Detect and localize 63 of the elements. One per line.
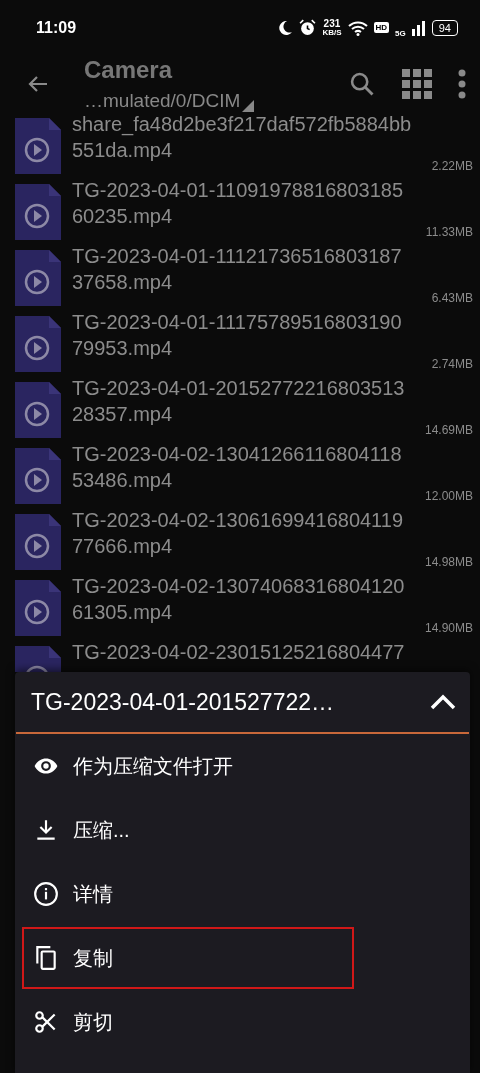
file-size: 2.22MB (431, 159, 473, 173)
collapse-icon[interactable] (430, 694, 456, 710)
menu-item[interactable]: 复制 (21, 926, 355, 990)
file-size: 6.43MB (431, 291, 473, 305)
file-name: TG-2023-04-01-1117578951680319079953.mp4 (72, 310, 403, 361)
signal-icon (411, 19, 426, 36)
video-file-icon (15, 316, 61, 372)
video-file-icon (15, 580, 61, 636)
alarm-icon (299, 19, 317, 36)
file-row[interactable]: TG-2023-04-01-1117578951680319079953.mp4 2.74MB (0, 311, 480, 377)
file-name: TG-2023-04-02-1306169941680411977666.mp4 (72, 508, 404, 559)
file-row[interactable]: TG-2023-04-02-1307406831680412061305.mp4 14.90MB (0, 575, 480, 641)
menu-item[interactable]: 压缩... (15, 798, 355, 862)
menu-item[interactable]: 作为压缩文件打开 (15, 734, 355, 798)
menu-item-label: 压缩... (73, 817, 130, 843)
file-name: share_fa48d2be3f217daf572fb5884bb551da.mp4 (72, 113, 412, 163)
video-file-icon (15, 184, 61, 240)
menu-item[interactable]: 详情 (15, 862, 355, 926)
info-icon (33, 881, 59, 907)
more-icon[interactable] (458, 69, 466, 99)
file-size: 14.98MB (424, 555, 473, 569)
network-type: 5G (395, 29, 406, 38)
folder-path[interactable]: …mulated/0/DCIM (84, 90, 241, 112)
file-size: 11.33MB (425, 225, 473, 239)
menu-item-label: 详情 (73, 881, 113, 907)
file-size: 14.90MB (424, 621, 473, 635)
file-name: TG-2023-04-01-2015277221680351328357.mp4 (72, 376, 406, 427)
menu-item[interactable]: 剪切 (15, 990, 355, 1054)
copy-icon (33, 945, 59, 971)
hd-badge: HD (373, 22, 390, 33)
video-file-icon (15, 514, 61, 570)
file-row[interactable]: TG-2023-04-01-2015277221680351328357.mp4 14.69MB (0, 377, 480, 443)
file-size: 14.69MB (424, 423, 473, 437)
file-name: TG-2023-04-01-1109197881680318560235.mp4 (72, 178, 404, 229)
folder-title: Camera (84, 56, 174, 84)
video-file-icon (15, 250, 61, 306)
status-time: 11:09 (36, 18, 77, 37)
file-row[interactable]: share_fa48d2be3f217daf572fb5884bb551da.mp4 2.22MB (0, 113, 480, 179)
menu-item-label: 作为压缩文件打开 (73, 753, 233, 779)
net-speed: 231 (323, 18, 341, 29)
file-row[interactable]: TG-2023-04-01-1109197881680318560235.mp4 11.33MB (0, 179, 480, 245)
file-name: TG-2023-04-01-1112173651680318737658.mp4 (72, 244, 403, 295)
file-name: TG-2023-04-02-1304126611680411853486.mp4 (72, 442, 403, 493)
video-file-icon (15, 448, 61, 504)
file-size: 2.74MB (431, 357, 473, 371)
menu-item-label: 复制 (73, 945, 113, 971)
dropdown-icon[interactable] (242, 100, 255, 112)
file-row[interactable]: TG-2023-04-02-1306169941680411977666.mp4 14.98MB (0, 509, 480, 575)
moon-icon (277, 19, 294, 36)
video-file-icon (15, 382, 61, 438)
file-name: TG-2023-04-02-1307406831680412061305.mp4 (72, 574, 406, 625)
search-icon[interactable] (348, 70, 376, 98)
video-file-icon (15, 118, 61, 174)
net-speed-unit: KB/S (322, 28, 342, 37)
file-name: TG-2023-04-02-23015125216804477 (72, 640, 406, 665)
menu-item-label: 剪切 (73, 1009, 113, 1035)
file-size: 12.00MB (424, 489, 473, 503)
menu-title: TG-2023-04-01-201527722… (31, 688, 335, 716)
battery-level: 94 (431, 19, 458, 36)
file-row[interactable]: TG-2023-04-01-1112173651680318737658.mp4 6.43MB (0, 245, 480, 311)
wifi-icon (347, 19, 368, 36)
grid-view-icon[interactable] (402, 69, 432, 99)
file-row[interactable]: TG-2023-04-02-1304126611680411853486.mp4 12.00MB (0, 443, 480, 509)
